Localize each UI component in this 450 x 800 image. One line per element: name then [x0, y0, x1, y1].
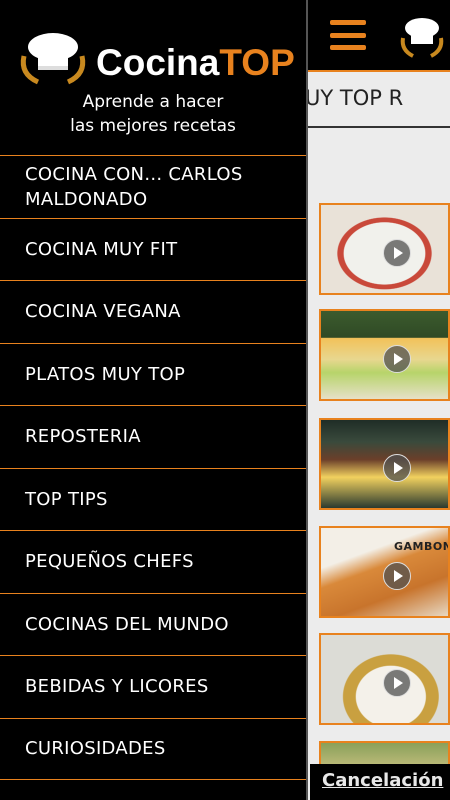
menu-item-label: COCINA MUY FIT [25, 238, 178, 260]
menu-item-top-tips[interactable]: TOP TIPS [0, 467, 306, 531]
menu-icon[interactable] [330, 20, 366, 50]
play-icon[interactable] [383, 239, 411, 267]
tagline-line2: las mejores recetas [70, 116, 236, 136]
thumbnail-caption: GAMBON [394, 540, 450, 553]
brand-name-part2: TOP [219, 42, 295, 83]
play-icon[interactable] [383, 669, 411, 697]
chef-hat-logo [400, 18, 444, 58]
video-thumbnail[interactable]: GAMBON [319, 526, 450, 618]
tagline-line1: Aprende a hacer [82, 92, 224, 112]
menu-item-label: PLATOS MUY TOP [25, 363, 186, 385]
play-icon[interactable] [383, 454, 411, 482]
menu-item-label: REPOSTERIA [25, 426, 141, 448]
brand-name-part1: Cocina [96, 42, 220, 83]
video-thumbnail[interactable] [319, 418, 450, 510]
menu-item-label: COCINA CON... CARLOS MALDONADO [25, 163, 243, 210]
drawer-menu: COCINA CON... CARLOS MALDONADO COCINA MU… [0, 155, 306, 780]
menu-item-bebidas-y-licores[interactable]: BEBIDAS Y LICORES [0, 655, 306, 718]
menu-item-carlos-maldonado[interactable]: COCINA CON... CARLOS MALDONADO [0, 155, 306, 218]
chef-hat-logo [20, 33, 86, 85]
brand-name: CocinaTOP [96, 42, 295, 84]
navigation-drawer[interactable]: CocinaTOP Aprende a hacer las mejores re… [0, 0, 308, 800]
menu-item-platos-muy-top[interactable]: PLATOS MUY TOP [0, 342, 306, 406]
menu-item-label: COCINAS DEL MUNDO [25, 613, 229, 635]
play-icon[interactable] [383, 562, 411, 590]
video-thumbnail[interactable] [319, 633, 450, 725]
menu-item-cocinas-del-mundo[interactable]: COCINAS DEL MUNDO [0, 592, 306, 656]
menu-item-label: TOP TIPS [25, 488, 108, 510]
cancel-link[interactable]: Cancelación [322, 770, 443, 791]
menu-item-curiosidades[interactable]: CURIOSIDADES [0, 717, 306, 780]
menu-item-label: BEBIDAS Y LICORES [25, 676, 209, 698]
play-icon[interactable] [383, 345, 411, 373]
drawer-header: CocinaTOP Aprende a hacer las mejores re… [0, 0, 306, 155]
menu-item-reposteria[interactable]: REPOSTERIA [0, 405, 306, 468]
menu-item-cocina-muy-fit[interactable]: COCINA MUY FIT [0, 217, 306, 281]
bottom-bar: Cancelación [310, 764, 450, 800]
menu-item-label: CURIOSIDADES [25, 738, 166, 760]
menu-item-pequenos-chefs[interactable]: PEQUEÑOS CHEFS [0, 530, 306, 593]
menu-item-label: COCINA VEGANA [25, 301, 181, 323]
menu-item-cocina-vegana[interactable]: COCINA VEGANA [0, 280, 306, 343]
menu-item-label: PEQUEÑOS CHEFS [25, 551, 194, 573]
video-thumbnail[interactable] [319, 203, 450, 295]
video-thumbnail[interactable] [319, 309, 450, 401]
